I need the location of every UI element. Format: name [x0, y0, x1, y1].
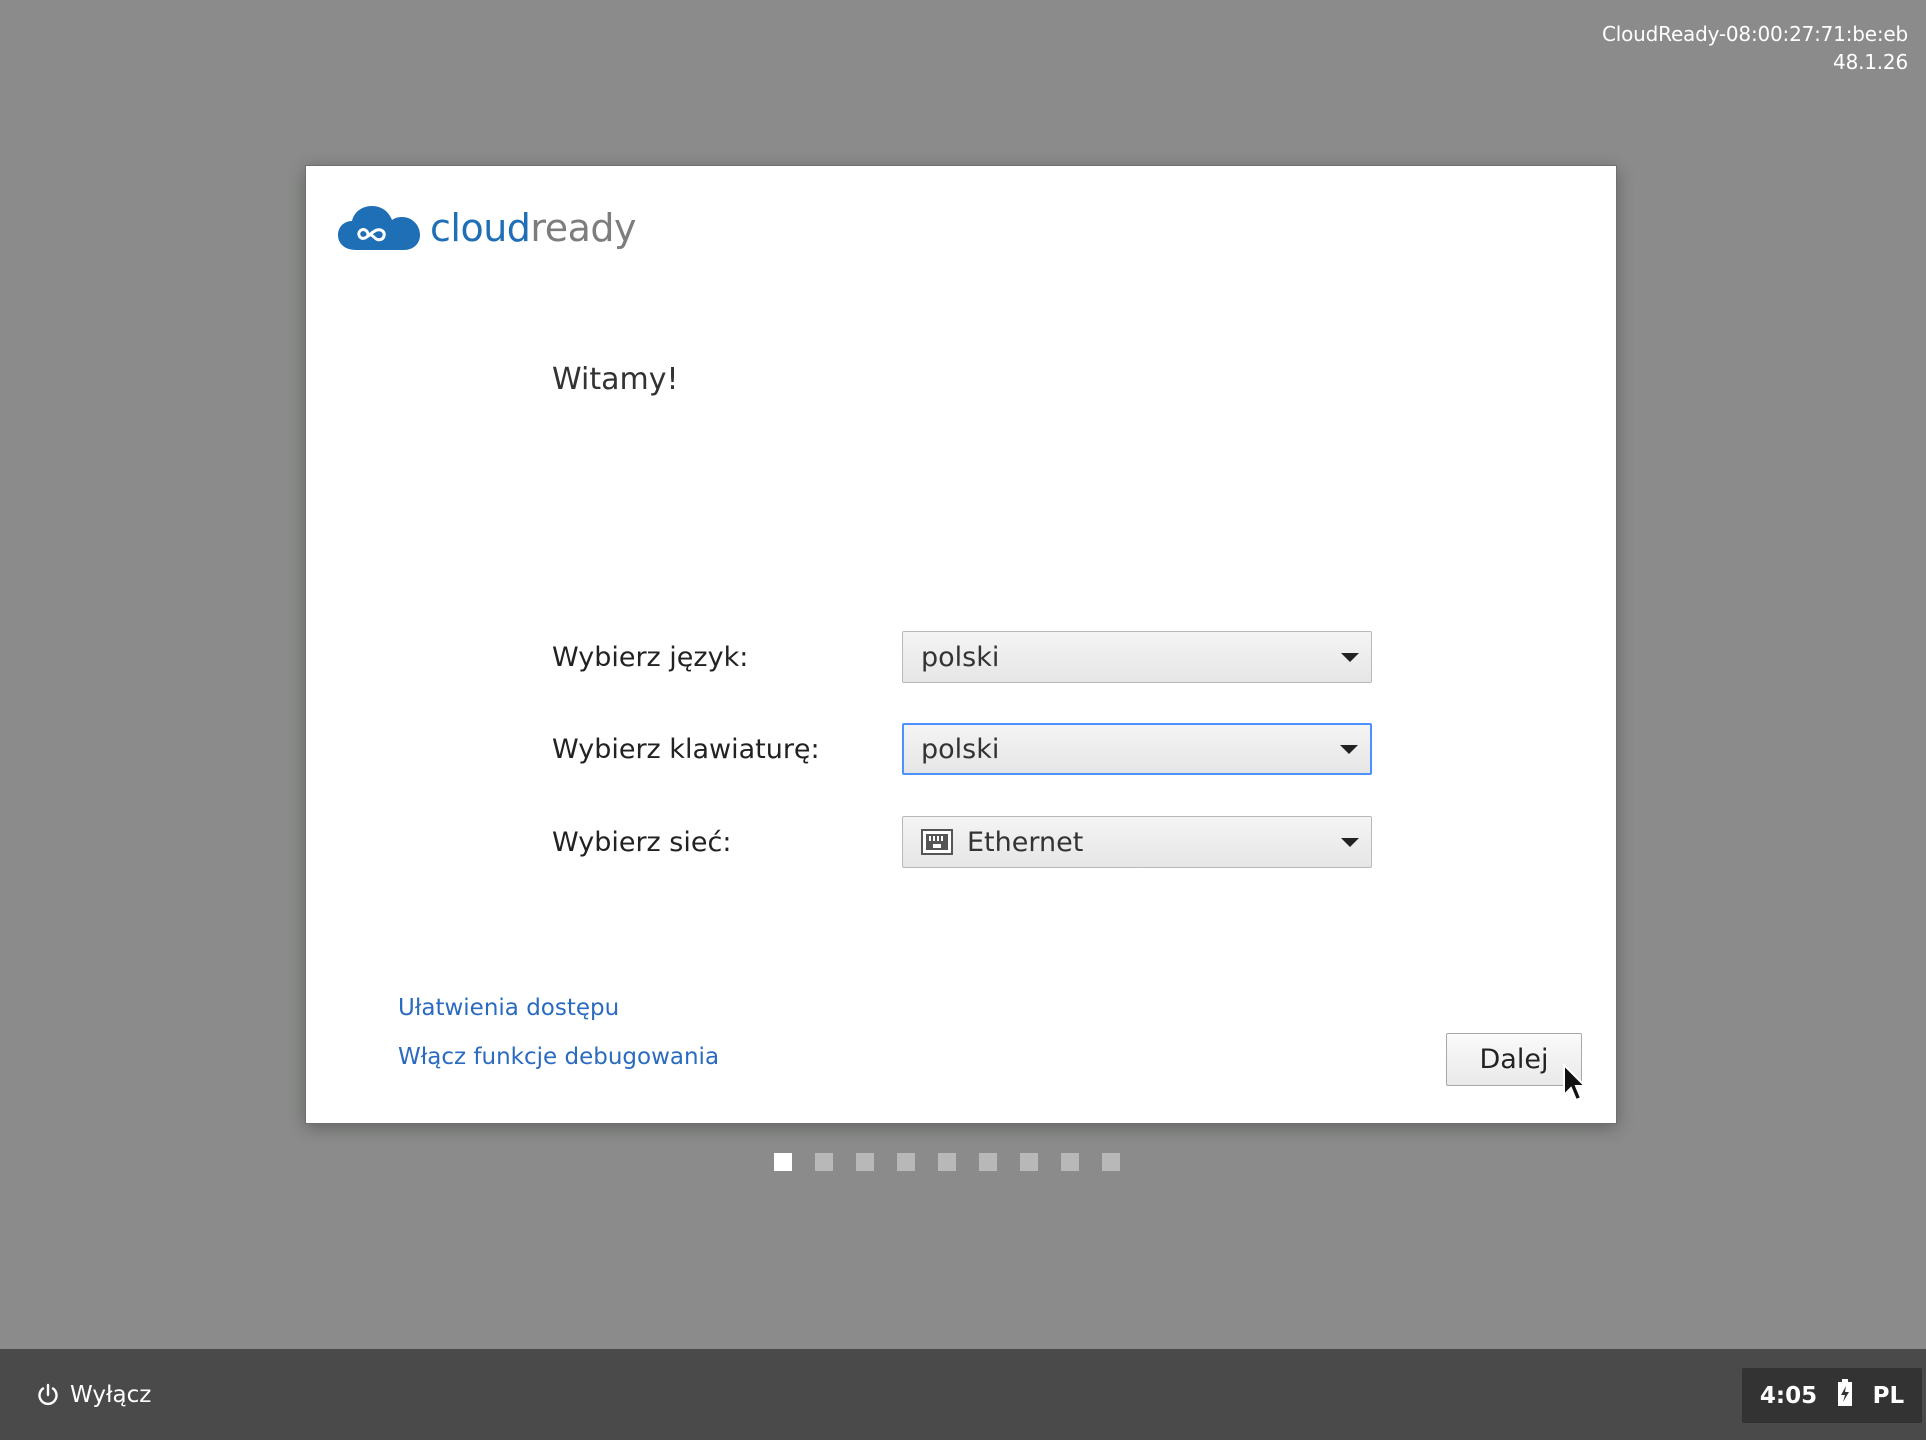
language-select[interactable]: polski [902, 631, 1372, 683]
device-hostname: CloudReady-08:00:27:71:be:eb [1602, 22, 1908, 46]
step-dot [774, 1153, 792, 1171]
step-dot [938, 1153, 956, 1171]
step-dot [856, 1153, 874, 1171]
keyboard-label: Wybierz klawiaturę: [552, 733, 820, 765]
page-title: Witamy! [552, 362, 679, 397]
ethernet-icon [921, 829, 953, 855]
chevron-down-icon [1341, 838, 1359, 847]
network-label: Wybierz sieć: [552, 826, 732, 858]
shutdown-label: Wyłącz [70, 1381, 152, 1408]
step-dot [1061, 1153, 1079, 1171]
chevron-down-icon [1341, 653, 1359, 662]
device-version: 48.1.26 [1833, 50, 1908, 74]
status-tray[interactable]: 4:05 PL [1742, 1368, 1922, 1423]
power-icon [38, 1383, 58, 1405]
keyboard-value: polski [921, 733, 1000, 765]
mouse-cursor-icon [1562, 1062, 1588, 1107]
cloud-infinity-icon [338, 206, 420, 250]
language-value: polski [921, 641, 1000, 673]
keyboard-select[interactable]: polski [902, 723, 1372, 775]
network-row: Wybierz sieć: Ethernet [552, 815, 1372, 869]
step-dot [979, 1153, 997, 1171]
cloudready-logo: cloudready [338, 198, 636, 258]
battery-charging-icon [1837, 1378, 1853, 1413]
device-info: CloudReady-08:00:27:71:be:eb 48.1.26 [1602, 20, 1908, 76]
network-value: Ethernet [967, 826, 1084, 858]
welcome-dialog: cloudready Witamy! Wybierz język: polski… [305, 165, 1617, 1124]
keyboard-row: Wybierz klawiaturę: polski [552, 722, 1372, 776]
step-indicator [774, 1153, 1143, 1171]
shutdown-button[interactable]: Wyłącz [36, 1349, 151, 1440]
accessibility-link[interactable]: Ułatwienia dostępu [398, 995, 619, 1021]
input-method-indicator: PL [1872, 1382, 1905, 1409]
language-label: Wybierz język: [552, 641, 749, 673]
step-dot [1020, 1153, 1038, 1171]
logo-text: cloudready [430, 206, 636, 250]
enable-debugging-link[interactable]: Włącz funkcje debugowania [398, 1044, 719, 1070]
clock: 4:05 [1759, 1382, 1818, 1409]
step-dot [815, 1153, 833, 1171]
logo-word-ready: ready [530, 206, 636, 250]
step-dot [1102, 1153, 1120, 1171]
logo-word-cloud: cloud [430, 206, 531, 250]
language-row: Wybierz język: polski [552, 630, 1372, 684]
chevron-down-icon [1340, 745, 1358, 754]
shelf: Wyłącz 4:05 PL [0, 1349, 1926, 1440]
network-select[interactable]: Ethernet [902, 816, 1372, 868]
step-dot [897, 1153, 915, 1171]
